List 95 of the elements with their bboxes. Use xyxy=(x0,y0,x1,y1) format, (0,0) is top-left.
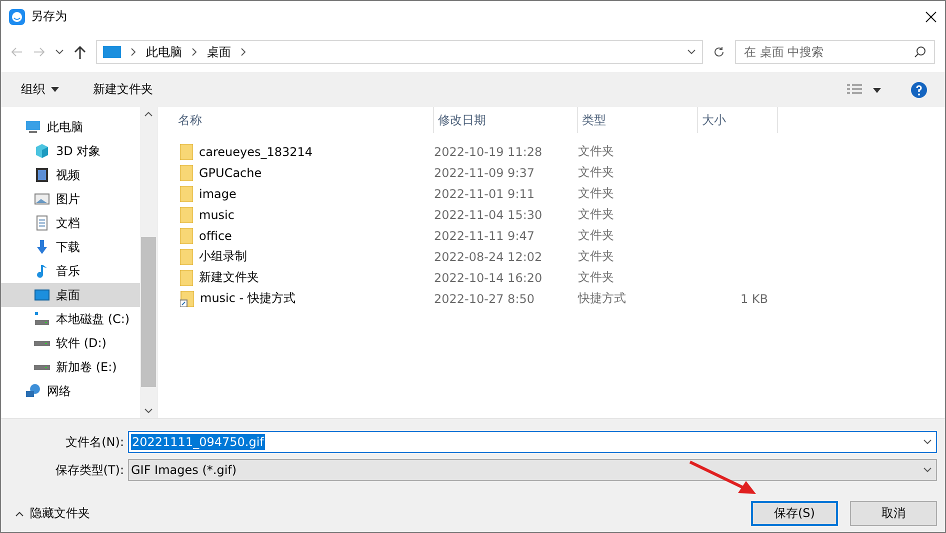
type-cell-text: 文件夹 xyxy=(578,206,615,223)
file-name[interactable]: 新建文件夹 xyxy=(199,269,259,286)
file-name[interactable]: careueyes_183214 xyxy=(199,144,313,158)
sidebar-item[interactable]: 软件 (D:) xyxy=(1,331,140,355)
help-icon[interactable] xyxy=(911,82,927,98)
date-cell-text: 2022-11-01 9:11 xyxy=(434,186,536,200)
chevron-icon xyxy=(192,48,197,56)
search-icon xyxy=(914,46,926,58)
filename-label: 文件名(N): xyxy=(64,434,125,450)
folder-icon xyxy=(180,164,193,180)
sidebar-item[interactable]: 下载 xyxy=(1,235,140,259)
file-name[interactable]: office xyxy=(199,228,232,242)
breadcrumb-item[interactable]: 桌面 xyxy=(207,44,231,60)
scroll-down-icon xyxy=(144,408,153,414)
chevron-icon xyxy=(241,48,246,56)
film-icon xyxy=(34,167,50,183)
view-options-icon[interactable] xyxy=(847,84,881,96)
file-type-select[interactable]: GIF Images (*.gif) xyxy=(128,459,937,481)
size-cell-text: 1 KB xyxy=(739,292,768,306)
window-title: 另存为 xyxy=(31,8,67,25)
scroll-up-icon[interactable] xyxy=(144,111,153,117)
picture-icon xyxy=(34,191,50,207)
new-folder-button[interactable]: 新建文件夹 xyxy=(91,79,155,100)
date-cell-text: 2022-10-19 11:28 xyxy=(434,144,544,158)
type-cell-text: 文件夹 xyxy=(578,248,615,265)
close-icon[interactable] xyxy=(925,10,937,22)
file-name[interactable]: 小组录制 xyxy=(199,248,247,265)
organize-button[interactable]: 组织 xyxy=(19,79,61,100)
hide-folders-button[interactable]: 隐藏文件夹 xyxy=(13,503,92,524)
shortcut-icon xyxy=(180,290,194,306)
file-name[interactable]: music xyxy=(199,208,234,222)
annotation-arrow xyxy=(688,460,758,496)
date-cell-text: 2022-11-11 9:47 xyxy=(434,228,536,242)
column-header[interactable]: 修改日期 xyxy=(434,107,578,133)
recent-caret-icon xyxy=(55,49,64,55)
folder-icon xyxy=(180,186,193,202)
folder-icon xyxy=(180,144,193,160)
dropdown-caret-icon xyxy=(923,467,932,473)
search-field[interactable]: 在 桌面 中搜索 xyxy=(735,40,935,64)
date-cell-text: 2022-11-09 9:37 xyxy=(434,166,536,180)
cube-icon xyxy=(34,143,50,159)
drive-icon xyxy=(34,340,50,346)
folder-icon xyxy=(180,228,193,244)
save-button[interactable]: 保存(S) xyxy=(751,501,838,526)
scrollbar-thumb[interactable] xyxy=(141,237,156,387)
dropdown-caret-icon xyxy=(687,49,696,55)
sidebar-item[interactable]: 网络 xyxy=(1,379,140,403)
sidebar-item[interactable]: 3D 对象 xyxy=(1,139,140,163)
type-cell-text: 文件夹 xyxy=(578,143,615,160)
monitor-icon xyxy=(103,45,121,59)
date-cell-text: 2022-08-24 12:02 xyxy=(434,250,544,264)
folder-icon xyxy=(180,270,193,286)
column-header[interactable]: 名称 xyxy=(174,107,434,133)
date-cell-text: 2022-10-27 8:50 xyxy=(434,292,536,306)
folder-icon xyxy=(180,248,193,264)
computer-icon xyxy=(25,119,41,135)
date-cell-text: 2022-10-14 16:20 xyxy=(434,270,544,284)
drive-icon xyxy=(34,311,50,327)
chevron-icon xyxy=(131,48,136,56)
sidebar-item[interactable]: 桌面 xyxy=(1,283,140,307)
type-cell-text: 文件夹 xyxy=(578,185,615,202)
file-name[interactable]: music - 快捷方式 xyxy=(200,290,296,307)
type-cell-text: 文件夹 xyxy=(578,269,615,286)
sidebar-item[interactable]: 图片 xyxy=(1,187,140,211)
up-arrow-icon[interactable] xyxy=(74,46,86,58)
file-type-label: 保存类型(T): xyxy=(54,462,125,478)
caret-icon xyxy=(15,510,24,516)
type-cell-text: 快捷方式 xyxy=(578,290,627,307)
sidebar-item[interactable]: 文档 xyxy=(1,211,140,235)
column-header[interactable]: 大小 xyxy=(698,107,778,133)
down-arrow-icon xyxy=(34,239,50,255)
column-header[interactable]: 类型 xyxy=(578,107,698,133)
refresh-icon[interactable] xyxy=(713,46,725,58)
folder-icon xyxy=(180,206,193,222)
sidebar-item[interactable]: 视频 xyxy=(1,163,140,187)
type-cell-text: 文件夹 xyxy=(578,164,615,181)
sidebar-item[interactable]: 本地磁盘 (C:) xyxy=(1,307,140,331)
address-bar[interactable]: 此电脑 桌面 xyxy=(96,40,703,64)
document-icon xyxy=(34,215,50,231)
cancel-button[interactable]: 取消 xyxy=(850,501,937,526)
filename-field[interactable]: 20221111_094750.gif xyxy=(128,431,937,453)
sidebar-item[interactable]: 此电脑 xyxy=(1,115,140,139)
file-name[interactable]: image xyxy=(199,186,236,200)
caret-icon xyxy=(51,87,59,92)
app-icon xyxy=(9,8,25,24)
sidebar-item[interactable]: 新加卷 (E:) xyxy=(1,355,140,379)
dropdown-caret-icon xyxy=(923,439,932,445)
drive-icon xyxy=(34,364,50,370)
sidebar-item[interactable]: 音乐 xyxy=(1,259,140,283)
date-cell-text: 2022-11-04 15:30 xyxy=(434,208,544,222)
file-name[interactable]: GPUCache xyxy=(199,166,262,180)
type-cell-text: 文件夹 xyxy=(578,227,615,244)
network-icon xyxy=(25,383,41,399)
monitor-icon xyxy=(34,287,50,303)
breadcrumb-item[interactable]: 此电脑 xyxy=(146,44,182,60)
